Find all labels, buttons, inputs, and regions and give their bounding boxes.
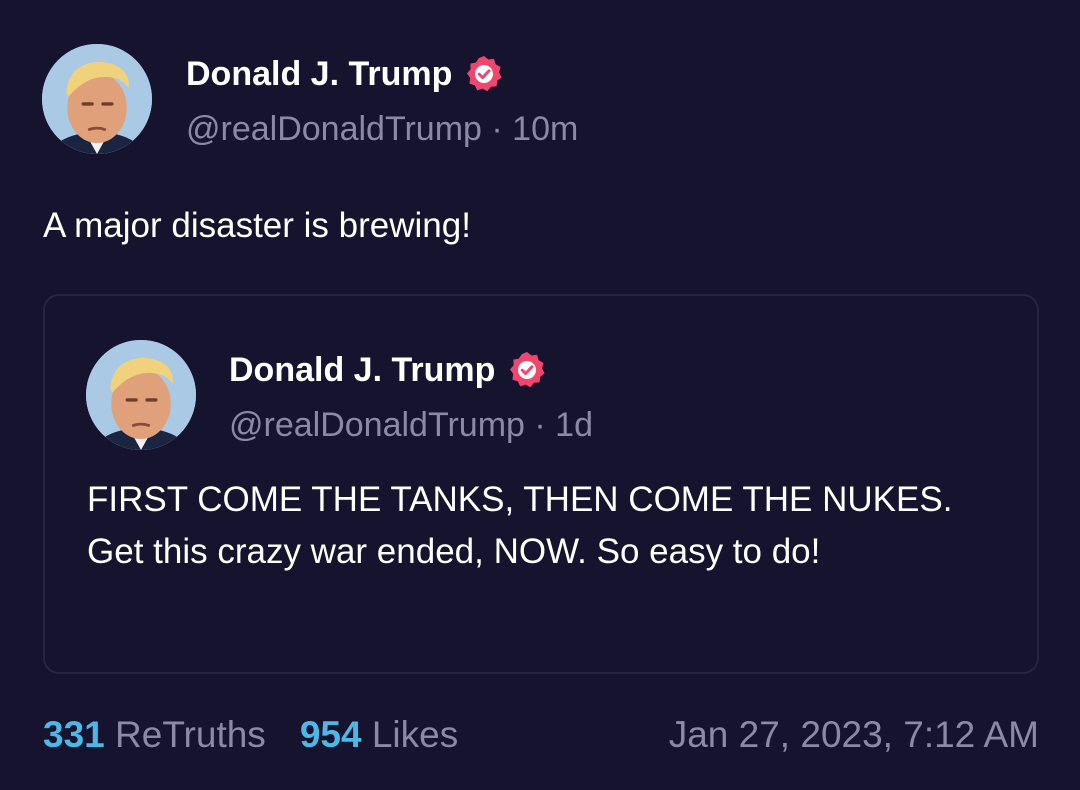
retruths-link[interactable]: 331 ReTruths [43, 714, 266, 755]
quoted-meta-separator: · [524, 406, 556, 444]
retruths-count: 331 [43, 714, 105, 755]
quoted-post-age[interactable]: 1d [555, 406, 593, 444]
retruths-label: ReTruths [115, 714, 266, 755]
author-handle-row: @realDonaldTrump · 10m [186, 110, 578, 149]
quoted-author-name-row: Donald J. Trump [229, 348, 547, 392]
author-handle[interactable]: @realDonaldTrump [186, 110, 482, 148]
post-age[interactable]: 10m [512, 110, 578, 148]
quoted-post-text: FIRST COME THE TANKS, THEN COME THE NUKE… [87, 480, 953, 571]
meta-separator: · [481, 110, 513, 148]
author-avatar[interactable] [42, 44, 152, 154]
author-name[interactable]: Donald J. Trump [186, 55, 452, 94]
verified-badge-icon [464, 54, 504, 94]
post-timestamp: Jan 27, 2023, 7:12 AM [668, 714, 1039, 755]
quoted-author-avatar[interactable] [86, 340, 196, 450]
quoted-verified-badge-icon [507, 350, 547, 390]
post-text: A major disaster is brewing! [43, 206, 471, 245]
likes-link[interactable]: 954 Likes [300, 714, 458, 755]
quoted-author-handle[interactable]: @realDonaldTrump [229, 406, 525, 444]
quoted-author-name[interactable]: Donald J. Trump [229, 351, 495, 390]
quoted-author-handle-row: @realDonaldTrump · 1d [229, 406, 593, 445]
author-name-row: Donald J. Trump [186, 52, 504, 96]
likes-count: 954 [299, 714, 362, 755]
likes-label: Likes [371, 714, 459, 755]
engagement-stats: 331 ReTruths 954 Likes [43, 714, 458, 756]
